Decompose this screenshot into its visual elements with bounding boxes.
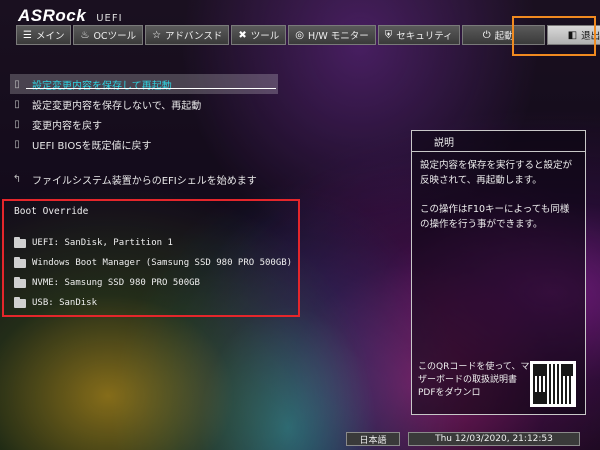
- tab-security[interactable]: ⛨ セキュリティ: [377, 25, 460, 45]
- shell-icon: ↰: [12, 173, 22, 185]
- brand: ASRock UEFI: [18, 6, 123, 26]
- tab-main[interactable]: ☰ メイン: [16, 25, 72, 45]
- tab-label: メイン: [35, 31, 65, 42]
- launch-efi-shell[interactable]: ↰ ファイルシステム装置からのEFIシェルを始めます: [10, 169, 330, 189]
- tab-tool[interactable]: ✖ ツール: [231, 25, 287, 45]
- help-panel: 説明 設定内容を保存を実行すると設定が反映されて、再起動します。 この操作はF1…: [411, 130, 586, 415]
- tab-oc-tweaker[interactable]: ♨ OCツール: [73, 25, 144, 45]
- save-changes-and-reset[interactable]: ▯ 設定変更内容を保存して再起動: [10, 74, 278, 94]
- uefi-label: UEFI: [96, 13, 123, 24]
- exit-tab-highlight: [512, 16, 596, 56]
- qr-caption: このQRコードを使って、マザーボードの取扱説明書PDFをダウンロ: [418, 362, 530, 398]
- item-marker-icon: ▯: [14, 138, 20, 150]
- help-text: 設定内容を保存を実行すると設定が反映されて、再起動します。: [420, 160, 573, 186]
- discard-changes[interactable]: ▯ 変更内容を戻す: [10, 114, 278, 134]
- star-icon: ☆: [152, 29, 162, 41]
- help-text: この操作はF10キーによっても同様の操作を行う事ができます。: [420, 204, 570, 230]
- qr-code: [530, 361, 576, 407]
- tab-label: ツール: [250, 31, 280, 42]
- asrock-logo: ASRock: [18, 6, 87, 25]
- monitor-icon: ◎: [295, 29, 304, 41]
- selection-underline: [26, 88, 276, 89]
- shield-icon: ⛨: [384, 29, 393, 41]
- tab-label: H/W モニター: [307, 31, 369, 42]
- action-label: UEFI BIOSを既定値に戻す: [32, 140, 152, 152]
- tab-advanced[interactable]: ☆ アドバンスド: [145, 25, 230, 45]
- discard-changes-and-reset[interactable]: ▯ 設定変更内容を保存しないで、再起動: [10, 94, 278, 114]
- exit-actions: ▯ 設定変更内容を保存して再起動 ▯ 設定変更内容を保存しないで、再起動 ▯ 変…: [10, 74, 278, 154]
- item-marker-icon: ▯: [14, 78, 20, 90]
- help-title: 説明: [412, 131, 585, 152]
- shell-label: ファイルシステム装置からのEFIシェルを始めます: [32, 175, 257, 187]
- power-icon: ⏻: [482, 29, 491, 41]
- action-label: 設定変更内容を保存して再起動: [32, 80, 172, 92]
- action-label: 設定変更内容を保存しないで、再起動: [32, 100, 202, 112]
- tab-label: セキュリティ: [396, 31, 453, 42]
- flame-icon: ♨: [80, 29, 90, 41]
- wrench-icon: ✖: [238, 29, 247, 41]
- language-selector[interactable]: 日本語: [346, 432, 400, 446]
- tab-label: アドバンスド: [165, 31, 223, 42]
- list-icon: ☰: [23, 29, 32, 41]
- item-marker-icon: ▯: [14, 118, 20, 130]
- tab-label: OCツール: [93, 31, 137, 42]
- tab-hw-monitor[interactable]: ◎ H/W モニター: [288, 25, 376, 45]
- item-marker-icon: ▯: [14, 98, 20, 110]
- load-uefi-defaults[interactable]: ▯ UEFI BIOSを既定値に戻す: [10, 134, 278, 154]
- action-label: 変更内容を戻す: [32, 120, 102, 132]
- tab-label: 起動: [494, 31, 514, 42]
- system-datetime: Thu 12/03/2020, 21:12:53: [408, 432, 580, 446]
- boot-override-highlight: [2, 199, 300, 317]
